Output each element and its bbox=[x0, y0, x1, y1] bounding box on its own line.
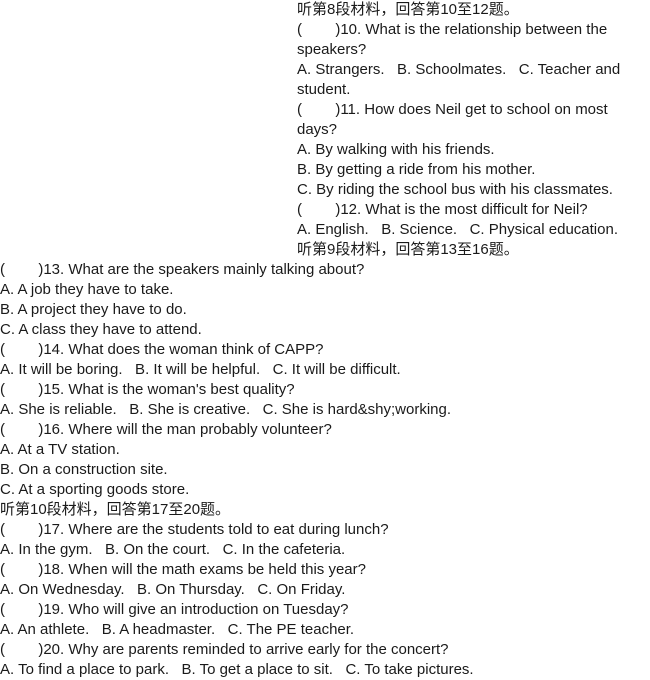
question-20-options: A. To find a place to park. B. To get a … bbox=[0, 661, 474, 678]
question-18: ( )18. When will the math exams be held … bbox=[0, 561, 366, 578]
question-17: ( )17. Where are the students told to ea… bbox=[0, 521, 389, 538]
question-13-option-b: B. A project they have to do. bbox=[0, 301, 187, 318]
exam-sheet: 听第8段材料，回答第10至12题。 ( )10. What is the rel… bbox=[0, 0, 650, 680]
question-16: ( )16. Where will the man probably volun… bbox=[0, 421, 332, 438]
question-15-options: A. She is reliable. B. She is creative. … bbox=[0, 401, 452, 418]
question-16-option-a: A. At a TV station. bbox=[0, 441, 120, 458]
question-15: ( )15. What is the woman's best quality? bbox=[0, 381, 295, 398]
question-17-options: A. In the gym. B. On the court. C. In th… bbox=[0, 541, 346, 558]
question-16-option-c: C. At a sporting goods store. bbox=[0, 481, 190, 498]
section-heading-10: 听第10段材料，回答第17至20题。 bbox=[0, 501, 231, 518]
question-14-options: A. It will be boring. B. It will be help… bbox=[0, 361, 401, 378]
question-13: ( )13. What are the speakers mainly talk… bbox=[0, 261, 365, 278]
question-13-option-c: C. A class they have to attend. bbox=[0, 321, 202, 338]
question-19-options: A. An athlete. B. A headmaster. C. The P… bbox=[0, 621, 355, 638]
question-13-option-a: A. A job they have to take. bbox=[0, 281, 174, 298]
question-18-options: A. On Wednesday. B. On Thursday. C. On F… bbox=[0, 581, 346, 598]
question-19: ( )19. Who will give an introduction on … bbox=[0, 601, 349, 618]
image-placeholder-gap bbox=[0, 0, 297, 260]
question-20: ( )20. Why are parents reminded to arriv… bbox=[0, 641, 449, 658]
question-14: ( )14. What does the woman think of CAPP… bbox=[0, 341, 324, 358]
question-16-option-b: B. On a construction site. bbox=[0, 461, 168, 478]
